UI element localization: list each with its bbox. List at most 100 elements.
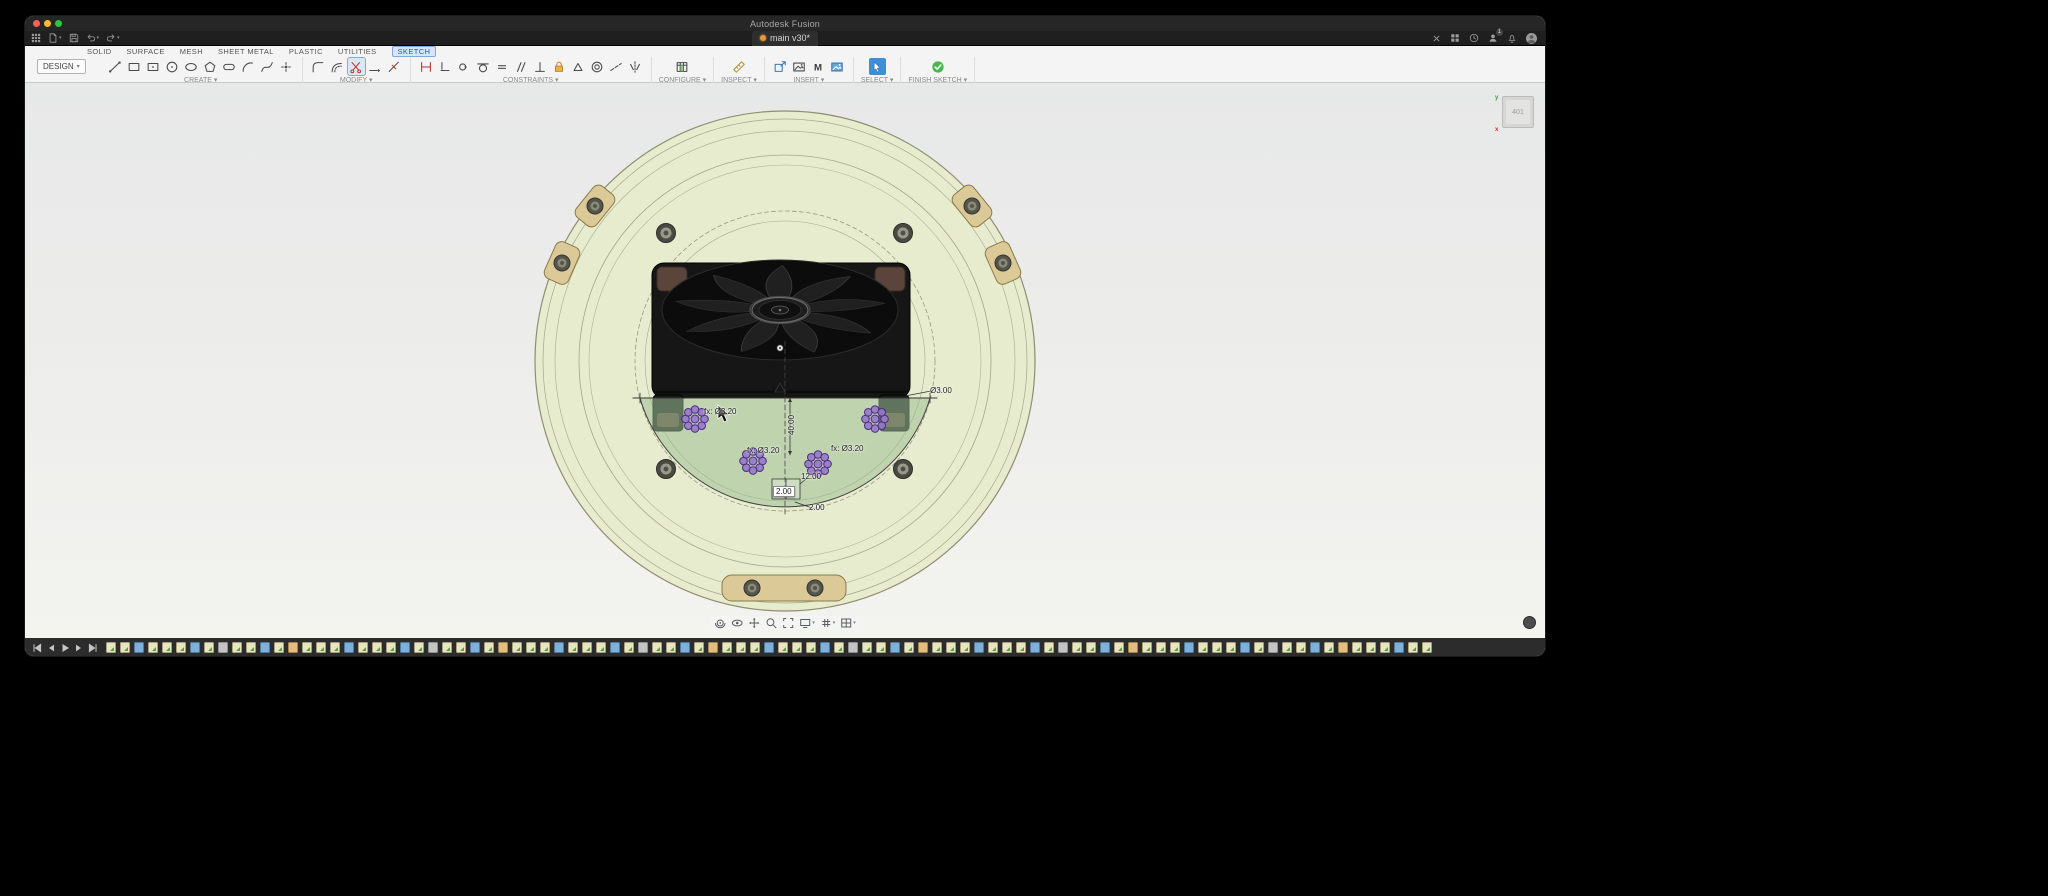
timeline-feature-construct[interactable] (708, 642, 718, 653)
workspace-selector[interactable]: DESIGN ▾ (37, 59, 86, 74)
dimension-label-width[interactable]: 12.00 (801, 472, 821, 481)
timeline-feature-sketch[interactable] (372, 642, 382, 653)
timeline-go-to-start-icon[interactable] (32, 642, 42, 653)
center-rectangle-icon[interactable] (145, 58, 162, 75)
slot-icon[interactable] (221, 58, 238, 75)
timeline-feature-sketch[interactable] (946, 642, 956, 653)
extensions-icon[interactable] (1450, 32, 1460, 44)
timeline-track[interactable] (106, 638, 1545, 656)
timeline-feature-sketch[interactable] (204, 642, 214, 653)
timeline-feature-modify[interactable] (428, 642, 438, 653)
timeline-feature-extrude[interactable] (680, 642, 690, 653)
timeline-feature-sketch[interactable] (162, 642, 172, 653)
look-at-icon[interactable] (731, 617, 743, 629)
timeline-feature-sketch[interactable] (834, 642, 844, 653)
timeline-feature-sketch[interactable] (1422, 642, 1432, 653)
circle-icon[interactable] (164, 58, 181, 75)
profile-avatar[interactable] (1526, 32, 1537, 44)
measure-icon[interactable] (730, 58, 747, 75)
timeline-feature-sketch[interactable] (484, 642, 494, 653)
timeline-feature-extrude[interactable] (260, 642, 270, 653)
timeline-feature-sketch[interactable] (358, 642, 368, 653)
ribbon-tab-utilities[interactable]: UTILITIES (338, 47, 377, 56)
timeline-feature-sketch[interactable] (330, 642, 340, 653)
dimension-label-radius[interactable]: 2.00 (809, 503, 825, 512)
ribbon-tab-solid[interactable]: SOLID (87, 47, 112, 56)
timeline-feature-modify[interactable] (1058, 642, 1068, 653)
timeline-feature-sketch[interactable] (1408, 642, 1418, 653)
timeline-feature-sketch[interactable] (316, 642, 326, 653)
coincident-icon[interactable] (456, 58, 473, 75)
viewport-canvas[interactable]: Ø3.00 fx: Ø3.20 fx: Ø3.20 fx: Ø3.20 40.0… (25, 83, 1545, 638)
timeline-feature-sketch[interactable] (456, 642, 466, 653)
timeline-feature-modify[interactable] (1268, 642, 1278, 653)
timeline-feature-sketch[interactable] (624, 642, 634, 653)
timeline-feature-sketch[interactable] (176, 642, 186, 653)
timeline-feature-sketch[interactable] (1170, 642, 1180, 653)
minimize-window-button[interactable] (44, 20, 51, 27)
timeline-feature-sketch[interactable] (722, 642, 732, 653)
timeline-step-forward-icon[interactable] (74, 643, 84, 653)
redo-icon[interactable]: ▾ (106, 32, 120, 44)
timeline-feature-extrude[interactable] (1184, 642, 1194, 653)
viewports-icon[interactable]: ▾ (840, 617, 856, 629)
timeline-feature-sketch[interactable] (1072, 642, 1082, 653)
zoom-icon[interactable] (765, 617, 777, 629)
timeline-feature-sketch[interactable] (694, 642, 704, 653)
arc-icon[interactable] (240, 58, 257, 75)
file-menu-icon[interactable]: ▾ (48, 32, 62, 44)
timeline-feature-sketch[interactable] (148, 642, 158, 653)
timeline-feature-sketch[interactable] (120, 642, 130, 653)
ribbon-tab-surface[interactable]: SURFACE (127, 47, 165, 56)
timeline-feature-construct[interactable] (498, 642, 508, 653)
timeline-feature-sketch[interactable] (1254, 642, 1264, 653)
ellipse-icon[interactable] (183, 58, 200, 75)
timeline-feature-sketch[interactable] (932, 642, 942, 653)
timeline-feature-construct[interactable] (1338, 642, 1348, 653)
fit-icon[interactable] (782, 617, 794, 629)
timeline-feature-extrude[interactable] (974, 642, 984, 653)
timeline-feature-sketch[interactable] (414, 642, 424, 653)
insert-derive-icon[interactable] (772, 58, 789, 75)
timeline-feature-sketch[interactable] (386, 642, 396, 653)
timeline-feature-sketch[interactable] (666, 642, 676, 653)
equal-icon[interactable] (494, 58, 511, 75)
timeline-feature-sketch[interactable] (596, 642, 606, 653)
horizontal-vertical-icon[interactable] (437, 58, 454, 75)
timeline-feature-modify[interactable] (848, 642, 858, 653)
document-tab[interactable]: main v30* (751, 30, 819, 46)
timeline-feature-modify[interactable] (218, 642, 228, 653)
grid-settings-icon[interactable]: ▾ (820, 617, 835, 629)
timeline-feature-extrude[interactable] (1310, 642, 1320, 653)
select-cursor-icon[interactable] (868, 58, 886, 75)
timeline-feature-construct[interactable] (918, 642, 928, 653)
timeline-feature-extrude[interactable] (554, 642, 564, 653)
timeline-feature-sketch[interactable] (1282, 642, 1292, 653)
timeline-feature-sketch[interactable] (1016, 642, 1026, 653)
save-icon[interactable] (69, 32, 79, 44)
timeline-feature-construct[interactable] (1128, 642, 1138, 653)
fix-lock-icon[interactable] (551, 58, 568, 75)
viewcube[interactable]: 401 (1502, 96, 1534, 128)
timeline-feature-sketch[interactable] (1324, 642, 1334, 653)
timeline-feature-sketch[interactable] (792, 642, 802, 653)
timeline-feature-sketch[interactable] (1380, 642, 1390, 653)
parallel-icon[interactable] (513, 58, 530, 75)
timeline-feature-extrude[interactable] (1100, 642, 1110, 653)
symmetry-icon[interactable] (627, 58, 644, 75)
timeline-feature-sketch[interactable] (652, 642, 662, 653)
timeline-feature-sketch[interactable] (1002, 642, 1012, 653)
timeline-feature-sketch[interactable] (988, 642, 998, 653)
offset-icon[interactable] (329, 58, 346, 75)
timeline-feature-sketch[interactable] (1086, 642, 1096, 653)
timeline-feature-sketch[interactable] (442, 642, 452, 653)
undo-icon[interactable]: ▾ (86, 32, 99, 44)
tangent-icon[interactable] (475, 58, 492, 75)
timeline-feature-sketch[interactable] (1114, 642, 1124, 653)
timeline-feature-sketch[interactable] (512, 642, 522, 653)
timeline-feature-sketch[interactable] (1198, 642, 1208, 653)
timeline-feature-sketch[interactable] (1142, 642, 1152, 653)
dimension-label-height[interactable]: 40.00 (787, 415, 796, 435)
orbit-icon[interactable] (714, 617, 726, 629)
timeline-feature-extrude[interactable] (764, 642, 774, 653)
